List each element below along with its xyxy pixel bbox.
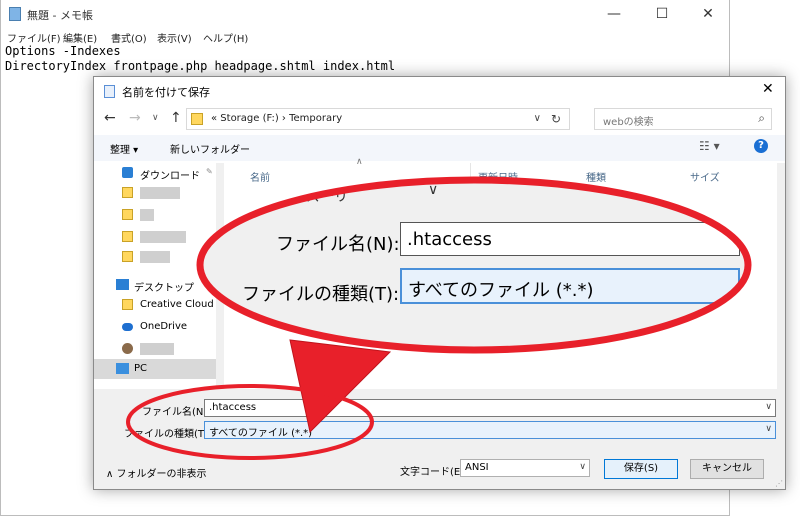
zoom-ring-overlay	[196, 176, 752, 354]
zoom-ring	[196, 176, 752, 354]
